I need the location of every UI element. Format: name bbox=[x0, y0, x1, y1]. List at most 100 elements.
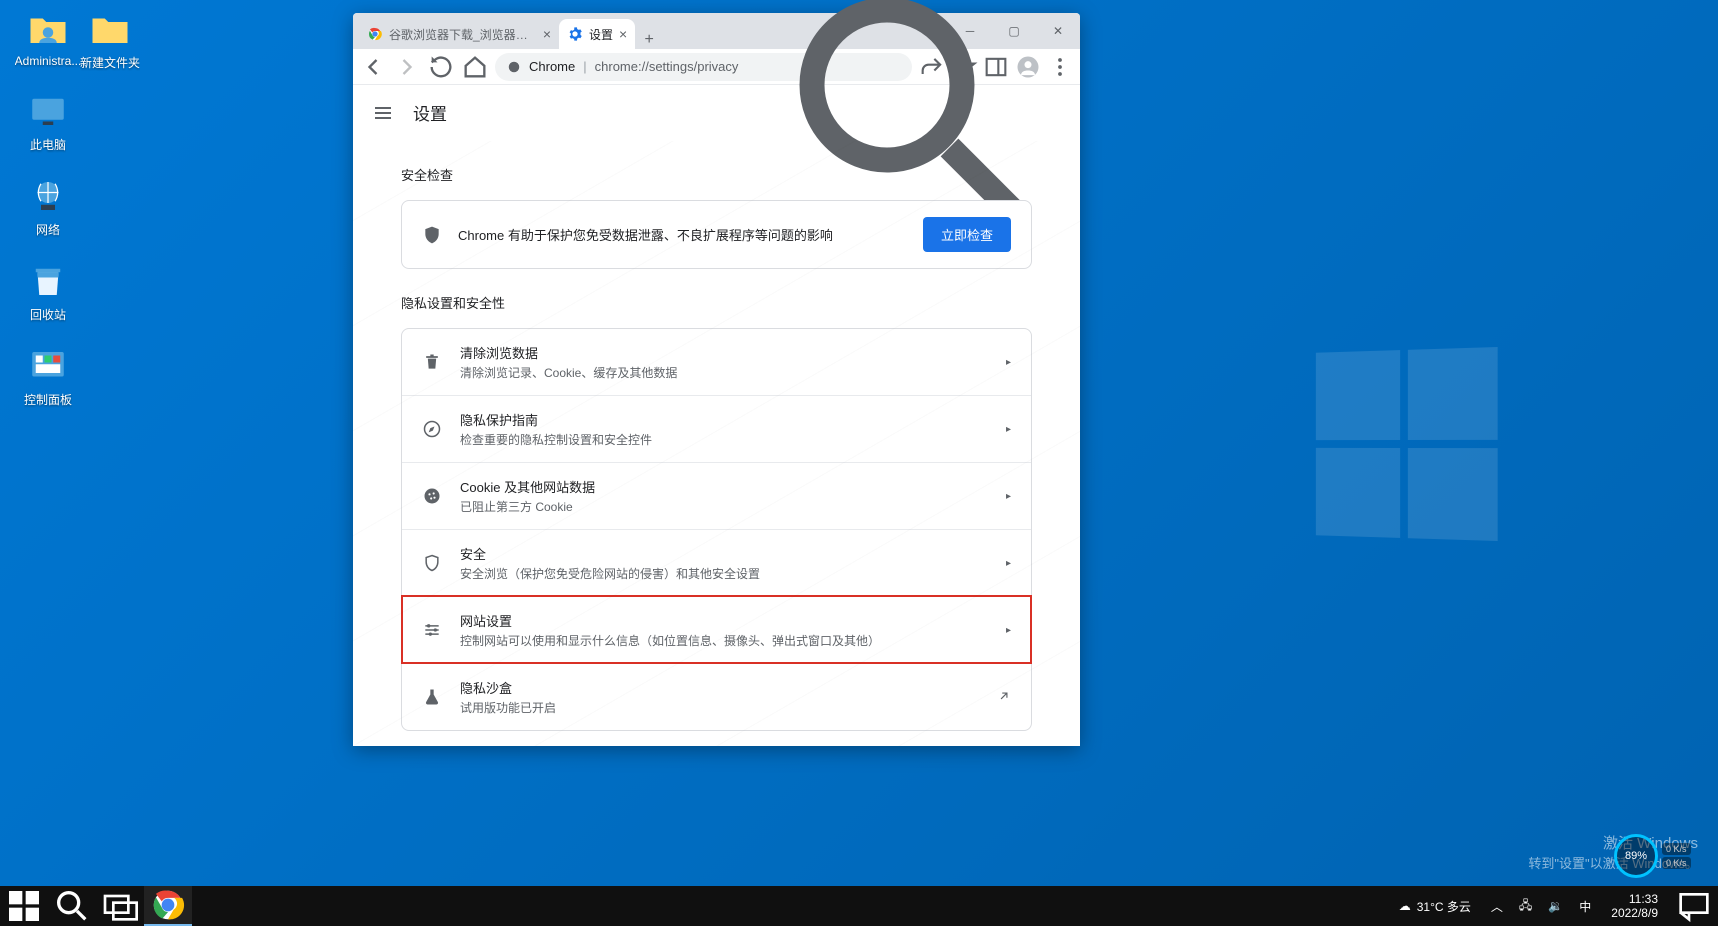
download-value: 0 K/s bbox=[1662, 857, 1691, 869]
desktop-icon-thispc[interactable]: 此电脑 bbox=[8, 90, 88, 153]
tray-chevron-icon[interactable]: ︿ bbox=[1487, 898, 1507, 915]
desktop-icon-label: 网络 bbox=[36, 221, 60, 238]
weather-text: 31°C 多云 bbox=[1417, 898, 1471, 915]
notification-center-icon[interactable] bbox=[1674, 886, 1714, 926]
row-subtitle: 已阻止第三方 Cookie bbox=[460, 498, 988, 515]
taskview-button[interactable] bbox=[96, 886, 144, 926]
desktop-icon-admin[interactable]: Administra... bbox=[8, 8, 88, 68]
omnibox-separator: | bbox=[583, 59, 586, 74]
desktop-icon-label: 控制面板 bbox=[24, 391, 72, 408]
privacy-row-cookie[interactable]: Cookie 及其他网站数据已阻止第三方 Cookie ▸ bbox=[402, 462, 1031, 529]
desktop-icon-label: 回收站 bbox=[30, 306, 66, 323]
network-icon bbox=[27, 175, 69, 217]
netspeed-widget[interactable]: 89% 0 K/s 0 K/s bbox=[1614, 832, 1714, 880]
chevron-right-icon: ▸ bbox=[1006, 491, 1011, 502]
tab-active[interactable]: 设置 × bbox=[559, 19, 635, 49]
omnibox-chip: Chrome bbox=[529, 59, 575, 74]
trash-icon bbox=[422, 352, 442, 372]
folder-icon bbox=[89, 8, 131, 50]
tab-title: 谷歌浏览器下载_浏览器官网入口 bbox=[389, 26, 537, 43]
omnibox-path: chrome://settings/privacy bbox=[595, 59, 739, 74]
taskbar: ☁ 31°C 多云 ︿ 🖧 🔉 中 11:33 2022/8/9 bbox=[0, 886, 1718, 926]
new-tab-button[interactable]: + bbox=[635, 31, 663, 49]
chevron-right-icon: ▸ bbox=[1006, 357, 1011, 368]
settings-title: 设置 bbox=[413, 100, 447, 125]
settings-content: 安全检查 Chrome 有助于保护您免受数据泄露、不良扩展程序等问题的影响 立即… bbox=[353, 141, 1080, 746]
safety-desc: Chrome 有助于保护您免受数据泄露、不良扩展程序等问题的影响 bbox=[458, 225, 907, 244]
row-title: Cookie 及其他网站数据 bbox=[460, 477, 988, 496]
chevron-right-icon: ▸ bbox=[1006, 424, 1011, 435]
privacy-row-sliders[interactable]: 网站设置控制网站可以使用和显示什么信息（如位置信息、摄像头、弹出式窗口及其他） ▸ bbox=[402, 596, 1031, 663]
flask-icon bbox=[422, 687, 442, 707]
system-tray: ☁ 31°C 多云 ︿ 🖧 🔉 中 11:33 2022/8/9 bbox=[1391, 886, 1718, 926]
desktop-icon-label: Administra... bbox=[15, 54, 82, 68]
desktop-icon-controlpanel[interactable]: 控制面板 bbox=[8, 345, 88, 408]
row-subtitle: 检查重要的隐私控制设置和安全控件 bbox=[460, 431, 988, 448]
reload-button[interactable] bbox=[427, 53, 455, 81]
control-panel-icon bbox=[27, 345, 69, 387]
windows-logo-backdrop bbox=[1316, 347, 1498, 541]
volume-tray-icon[interactable]: 🔉 bbox=[1544, 899, 1567, 913]
tab-title: 设置 bbox=[589, 26, 613, 43]
weather-icon: ☁ bbox=[1399, 899, 1411, 913]
clock-date: 2022/8/9 bbox=[1611, 906, 1658, 920]
privacy-row-trash[interactable]: 清除浏览数据清除浏览记录、Cookie、缓存及其他数据 ▸ bbox=[402, 329, 1031, 395]
weather-widget[interactable]: ☁ 31°C 多云 bbox=[1391, 898, 1479, 915]
chevron-right-icon bbox=[997, 689, 1011, 706]
network-tray-icon[interactable]: 🖧 bbox=[1515, 896, 1536, 917]
home-button[interactable] bbox=[461, 53, 489, 81]
back-button[interactable] bbox=[359, 53, 387, 81]
close-icon[interactable]: × bbox=[619, 26, 627, 42]
search-button[interactable] bbox=[48, 886, 96, 926]
row-title: 隐私保护指南 bbox=[460, 410, 988, 429]
desktop-icons: Administra... 新建文件夹 此电脑 网络 回收站 控制面板 bbox=[8, 8, 88, 430]
row-subtitle: 清除浏览记录、Cookie、缓存及其他数据 bbox=[460, 364, 988, 381]
desktop-icon-recycle[interactable]: 回收站 bbox=[8, 260, 88, 323]
upload-value: 0 K/s bbox=[1662, 843, 1691, 855]
chrome-taskbar-icon[interactable] bbox=[144, 886, 192, 926]
user-folder-icon bbox=[27, 8, 69, 50]
recycle-bin-icon bbox=[27, 260, 69, 302]
desktop-icon-newfolder[interactable]: 新建文件夹 bbox=[80, 8, 140, 71]
row-title: 网站设置 bbox=[460, 611, 988, 630]
section-safety-title: 安全检查 bbox=[401, 165, 1032, 184]
ime-indicator[interactable]: 中 bbox=[1575, 898, 1595, 915]
cpu-circle: 89% bbox=[1614, 834, 1658, 878]
desktop-icon-label: 此电脑 bbox=[30, 136, 66, 153]
clock-time: 11:33 bbox=[1611, 892, 1658, 906]
row-title: 隐私沙盒 bbox=[460, 678, 979, 697]
hamburger-icon[interactable] bbox=[371, 101, 395, 125]
row-subtitle: 安全浏览（保护您免受危险网站的侵害）和其他安全设置 bbox=[460, 565, 988, 582]
gear-icon bbox=[567, 26, 583, 42]
chevron-right-icon: ▸ bbox=[1006, 625, 1011, 636]
privacy-row-compass[interactable]: 隐私保护指南检查重要的隐私控制设置和安全控件 ▸ bbox=[402, 395, 1031, 462]
row-title: 清除浏览数据 bbox=[460, 343, 988, 362]
settings-header: 设置 bbox=[353, 85, 1080, 141]
compass-icon bbox=[422, 419, 442, 439]
shield-outline-icon bbox=[422, 553, 442, 573]
privacy-list: 清除浏览数据清除浏览记录、Cookie、缓存及其他数据▸隐私保护指南检查重要的隐… bbox=[401, 328, 1032, 731]
safety-check-card: Chrome 有助于保护您免受数据泄露、不良扩展程序等问题的影响 立即检查 bbox=[401, 200, 1032, 269]
tab-inactive[interactable]: 谷歌浏览器下载_浏览器官网入口 × bbox=[359, 19, 559, 49]
chevron-right-icon: ▸ bbox=[1006, 558, 1011, 569]
row-title: 安全 bbox=[460, 544, 988, 563]
sliders-icon bbox=[422, 620, 442, 640]
forward-button[interactable] bbox=[393, 53, 421, 81]
clock[interactable]: 11:33 2022/8/9 bbox=[1603, 892, 1666, 921]
privacy-row-shield-outline[interactable]: 安全安全浏览（保护您免受危险网站的侵害）和其他安全设置 ▸ bbox=[402, 529, 1031, 596]
this-pc-icon bbox=[27, 90, 69, 132]
section-privacy-title: 隐私设置和安全性 bbox=[401, 293, 1032, 312]
start-button[interactable] bbox=[0, 886, 48, 926]
chrome-window: 谷歌浏览器下载_浏览器官网入口 × 设置 × + ⌄ ─ ▢ ✕ Chrome … bbox=[353, 13, 1080, 746]
cookie-icon bbox=[422, 486, 442, 506]
row-subtitle: 试用版功能已开启 bbox=[460, 699, 979, 716]
safety-check-button[interactable]: 立即检查 bbox=[923, 217, 1011, 252]
shield-icon bbox=[422, 225, 442, 245]
desktop-icon-network[interactable]: 网络 bbox=[8, 175, 88, 238]
close-icon[interactable]: × bbox=[543, 26, 551, 42]
chrome-favicon bbox=[367, 26, 383, 42]
desktop-icon-label: 新建文件夹 bbox=[80, 54, 140, 71]
row-subtitle: 控制网站可以使用和显示什么信息（如位置信息、摄像头、弹出式窗口及其他） bbox=[460, 632, 988, 649]
chrome-chip-icon bbox=[507, 60, 521, 74]
privacy-row-flask[interactable]: 隐私沙盒试用版功能已开启 bbox=[402, 663, 1031, 730]
